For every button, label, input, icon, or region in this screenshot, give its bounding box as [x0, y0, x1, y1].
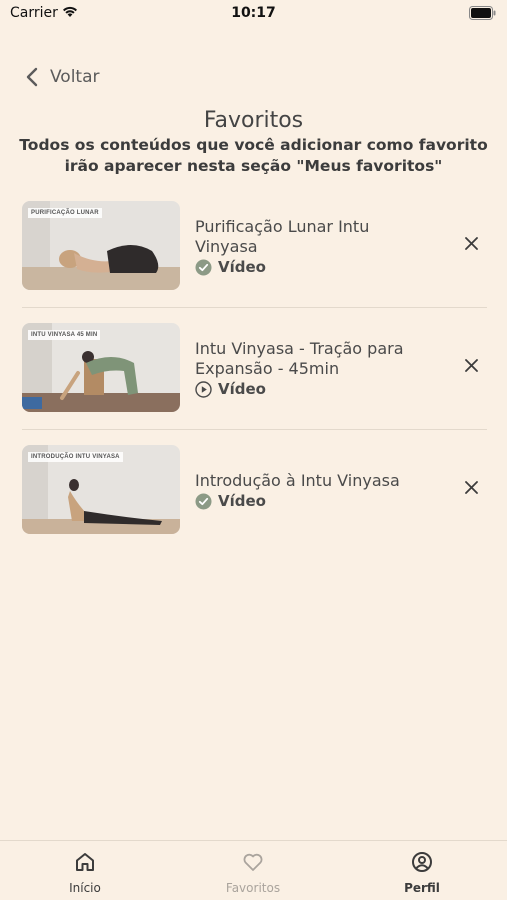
- clock: 10:17: [231, 5, 276, 21]
- divider: [22, 307, 487, 308]
- user-circle-icon: [412, 852, 432, 872]
- content-type-label: Vídeo: [218, 380, 266, 398]
- page-title: Favoritos: [203, 108, 304, 133]
- play-circle-icon: [195, 380, 212, 398]
- divider: [22, 429, 487, 430]
- item-title[interactable]: Purificação Lunar Intu Vinyasa: [195, 217, 425, 257]
- favorite-item[interactable]: INTU VINYASA 45 MIN Intu Vinyasa - Traçã…: [0, 317, 507, 430]
- content-type-label: Vídeo: [218, 492, 266, 510]
- tab-label: Início: [69, 881, 101, 895]
- remove-favorite-button[interactable]: [461, 477, 481, 497]
- close-icon: [464, 358, 478, 372]
- battery-icon: [469, 6, 496, 20]
- video-thumbnail[interactable]: PURIFICAÇÃO LUNAR: [22, 201, 180, 290]
- content-type-badge: Vídeo: [195, 258, 266, 276]
- tab-label: Favoritos: [225, 881, 281, 895]
- close-icon: [464, 236, 478, 250]
- item-title[interactable]: Introdução à Intu Vinyasa: [195, 471, 425, 491]
- video-thumbnail[interactable]: INTRODUÇÃO INTU VINYASA: [22, 445, 180, 534]
- heart-icon: [243, 853, 263, 871]
- remove-favorite-button[interactable]: [461, 233, 481, 253]
- content-type-badge: Vídeo: [195, 492, 266, 510]
- thumbnail-caption: INTU VINYASA 45 MIN: [28, 330, 101, 340]
- item-title[interactable]: Intu Vinyasa - Tração para Expansão - 45…: [195, 339, 425, 379]
- thumbnail-caption: PURIFICAÇÃO LUNAR: [28, 208, 102, 218]
- check-circle-icon: [195, 259, 212, 275]
- content-type-label: Vídeo: [218, 258, 266, 276]
- thumbnail-caption: INTRODUÇÃO INTU VINYASA: [28, 452, 123, 462]
- tab-perfil[interactable]: Perfil: [372, 851, 472, 895]
- favorite-item[interactable]: INTRODUÇÃO INTU VINYASA Introdução à Int…: [0, 439, 507, 551]
- tab-bar: Início Favoritos Perfil: [0, 840, 507, 900]
- page-subtitle: Todos os conteúdos que você adicionar co…: [19, 136, 488, 175]
- chevron-left-icon: [26, 67, 38, 87]
- status-bar: Carrier 10:17: [0, 0, 507, 28]
- favorites-list: PURIFICAÇÃO LUNAR Purificação Lunar Intu…: [0, 195, 507, 551]
- tab-favoritos[interactable]: Favoritos: [203, 851, 303, 895]
- check-circle-icon: [195, 493, 212, 509]
- favorite-item[interactable]: PURIFICAÇÃO LUNAR Purificação Lunar Intu…: [0, 195, 507, 308]
- back-label: Voltar: [50, 67, 100, 87]
- video-thumbnail[interactable]: INTU VINYASA 45 MIN: [22, 323, 180, 412]
- tab-label: Perfil: [404, 881, 440, 895]
- close-icon: [464, 480, 478, 494]
- tab-inicio[interactable]: Início: [35, 851, 135, 895]
- home-icon: [76, 853, 94, 871]
- remove-favorite-button[interactable]: [461, 355, 481, 375]
- content-type-badge: Vídeo: [195, 380, 266, 398]
- back-button[interactable]: Voltar: [26, 64, 100, 90]
